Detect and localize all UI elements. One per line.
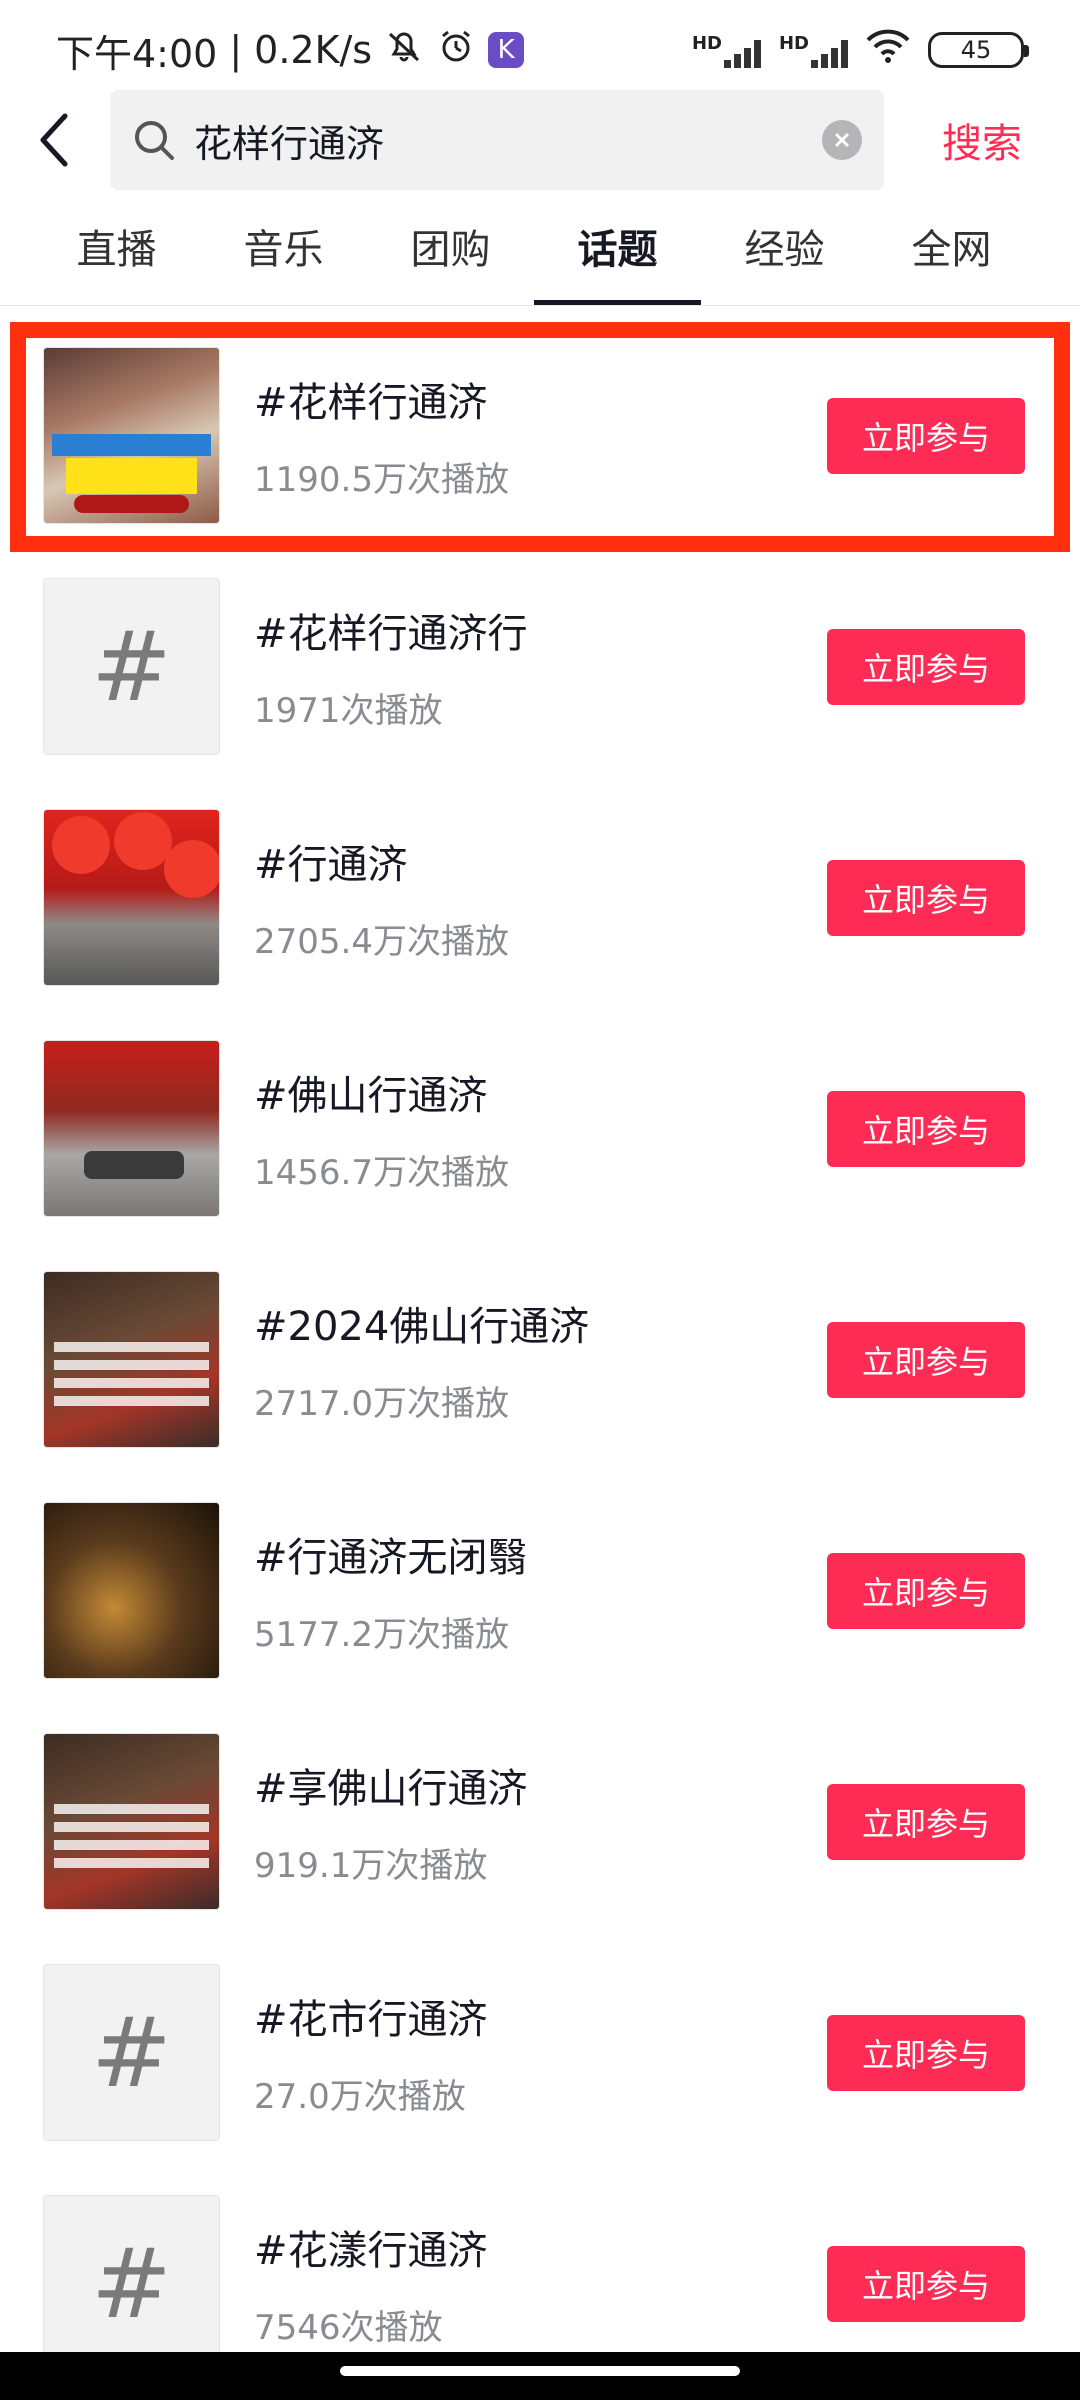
hd-label-1: HD: [691, 33, 722, 54]
chevron-left-icon: [40, 113, 68, 167]
hashtag-icon: #: [43, 1964, 220, 2141]
join-topic-button[interactable]: 立即参与: [827, 397, 1025, 474]
topic-row[interactable]: #行通济 2705.4万次播放 立即参与: [0, 782, 1080, 1013]
status-right: HD HD 45: [692, 28, 1029, 73]
topic-row[interactable]: #花样行通济 1190.5万次播放 立即参与: [0, 320, 1080, 551]
screen: 下午4:00 | 0.2K/s K HD HD 45 花样行通济 搜索 直播 音…: [0, 0, 1080, 2400]
hashtag-icon: #: [43, 2195, 220, 2372]
topic-thumbnail: [43, 1502, 220, 1679]
search-icon: [135, 121, 174, 160]
join-topic-button[interactable]: 立即参与: [827, 1783, 1025, 1860]
status-bar: 下午4:00 | 0.2K/s K HD HD 45: [0, 0, 1080, 100]
clear-search-button[interactable]: [822, 120, 862, 160]
search-header: 花样行通济 搜索: [0, 90, 1080, 190]
tab-experience[interactable]: 经验: [701, 205, 868, 305]
topic-row[interactable]: #享佛山行通济 919.1万次播放 立即参与: [0, 1706, 1080, 1937]
status-left: 下午4:00 | 0.2K/s K: [56, 23, 525, 78]
back-button[interactable]: [0, 90, 110, 190]
topic-thumbnail: [43, 1733, 220, 1910]
topic-row[interactable]: # #花样行通济行 1971次播放 立即参与: [0, 551, 1080, 782]
k-app-icon: K: [488, 32, 525, 68]
topic-row[interactable]: #佛山行通济 1456.7万次播放 立即参与: [0, 1013, 1080, 1244]
system-nav-bar: [0, 2352, 1080, 2400]
search-input[interactable]: 花样行通济: [110, 90, 884, 190]
topic-thumbnail: [43, 809, 220, 986]
alarm-clock-icon: [436, 26, 476, 75]
topic-row[interactable]: #2024佛山行通济 2717.0万次播放 立即参与: [0, 1244, 1080, 1475]
topic-row[interactable]: # #花市行通济 27.0万次播放 立即参与: [0, 1937, 1080, 2168]
topic-thumbnail: [43, 347, 220, 524]
topic-thumbnail: [43, 1040, 220, 1217]
tab-topics[interactable]: 话题: [534, 205, 701, 305]
category-tabs: 直播 音乐 团购 话题 经验 全网: [0, 205, 1080, 306]
tab-live[interactable]: 直播: [33, 205, 200, 305]
status-separator: |: [229, 28, 243, 72]
join-topic-button[interactable]: 立即参与: [827, 2014, 1025, 2091]
tab-all-web[interactable]: 全网: [868, 205, 1035, 305]
tab-group-buy[interactable]: 团购: [367, 205, 534, 305]
join-topic-button[interactable]: 立即参与: [827, 1090, 1025, 1167]
battery-level: 45: [960, 36, 992, 64]
network-speed: 0.2K/s: [254, 28, 373, 72]
close-icon: [834, 132, 850, 148]
join-topic-button[interactable]: 立即参与: [827, 2245, 1025, 2322]
battery-icon: 45: [928, 32, 1029, 68]
wifi-icon: [866, 28, 910, 73]
mute-bell-icon: [384, 26, 424, 75]
signal-icon-1: HD: [692, 32, 761, 68]
search-query[interactable]: 花样行通济: [194, 113, 822, 168]
hashtag-icon: #: [43, 578, 220, 755]
signal-icon-2: HD: [779, 32, 848, 68]
search-button[interactable]: 搜索: [884, 111, 1080, 169]
tab-music[interactable]: 音乐: [200, 205, 367, 305]
join-topic-button[interactable]: 立即参与: [827, 859, 1025, 936]
join-topic-button[interactable]: 立即参与: [827, 628, 1025, 705]
home-indicator[interactable]: [340, 2366, 740, 2376]
status-time: 下午4:00: [56, 31, 218, 76]
hd-label-2: HD: [778, 33, 809, 54]
topic-list: #花样行通济 1190.5万次播放 立即参与 # #花样行通济行 1971次播放…: [0, 320, 1080, 2399]
join-topic-button[interactable]: 立即参与: [827, 1321, 1025, 1398]
topic-thumbnail: [43, 1271, 220, 1448]
topic-row[interactable]: #行通济无闭翳 5177.2万次播放 立即参与: [0, 1475, 1080, 1706]
join-topic-button[interactable]: 立即参与: [827, 1552, 1025, 1629]
